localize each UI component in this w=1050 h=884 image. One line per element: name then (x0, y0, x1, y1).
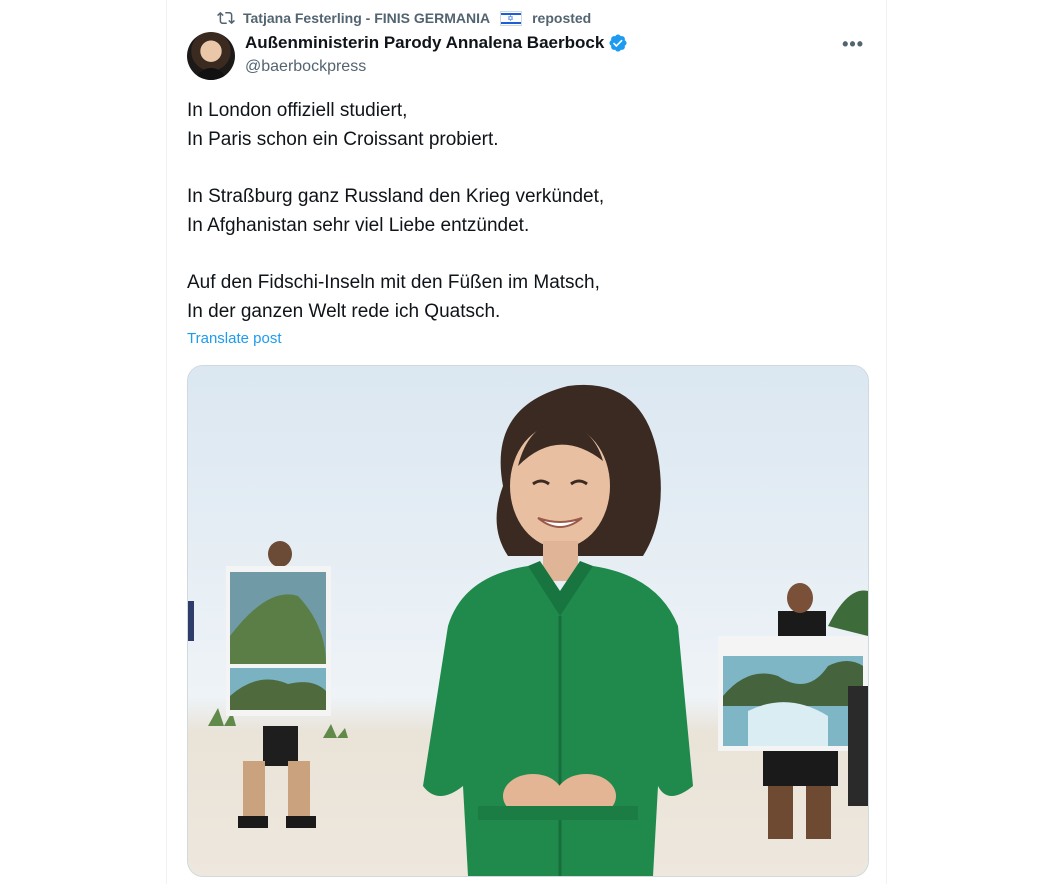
translate-post-link[interactable]: Translate post (187, 330, 282, 347)
verified-badge-icon[interactable] (608, 33, 628, 53)
reposter-name[interactable]: Tatjana Festerling - FINIS GERMANIA (243, 10, 490, 26)
avatar[interactable] (187, 32, 235, 80)
repost-icon (217, 11, 235, 25)
tweet-line: In London offiziell studiert, (187, 100, 408, 121)
tweet-line: In der ganzen Welt rede ich Quatsch. (187, 301, 501, 322)
photo-illustration (188, 366, 868, 876)
right-gutter (886, 0, 1050, 884)
tweet-line: Auf den Fidschi-Inseln mit den Füßen im … (187, 272, 600, 293)
left-gutter (0, 0, 166, 884)
tweet-line: In Afghanistan sehr viel Liebe entzündet… (187, 215, 530, 236)
repost-suffix: reposted (532, 10, 592, 26)
israel-flag-icon: ✡ (500, 10, 523, 26)
more-icon[interactable]: ••• (842, 34, 864, 55)
author-display-name[interactable]: Außenministerin Parody Annalena Baerbock (245, 33, 604, 53)
author-handle[interactable]: @baerbockpress (245, 58, 628, 76)
tweet-media-photo[interactable] (187, 365, 869, 877)
tweet-article[interactable]: Tatjana Festerling - FINIS GERMANIA ✡ re… (166, 0, 887, 884)
repost-context[interactable]: Tatjana Festerling - FINIS GERMANIA ✡ re… (217, 8, 591, 28)
tweet-line: In Paris schon ein Croissant probiert. (187, 129, 499, 150)
tweet-line: In Straßburg ganz Russland den Krieg ver… (187, 186, 605, 207)
author-block[interactable]: Außenministerin Parody Annalena Baerbock… (245, 32, 628, 76)
tweet-text: In London offiziell studiert, In Paris s… (187, 96, 847, 326)
